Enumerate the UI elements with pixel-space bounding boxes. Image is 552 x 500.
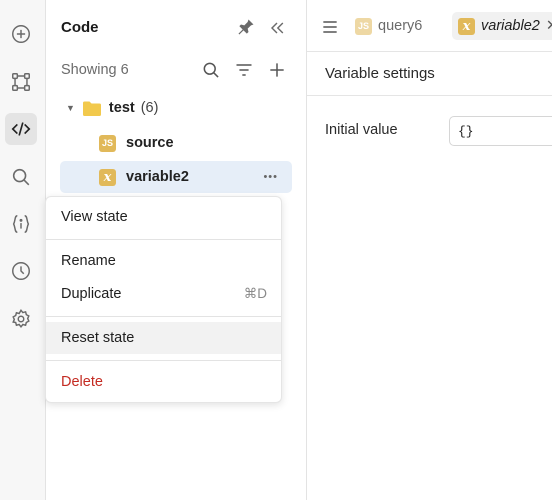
menu-divider [46,360,281,361]
menu-icon[interactable] [319,16,341,38]
menu-item-label: Duplicate [61,286,122,302]
variable-icon: x [99,168,116,186]
menu-divider [46,239,281,240]
caret-down-icon[interactable]: ▼ [66,103,75,113]
menu-item-delete[interactable]: Delete [46,366,281,398]
filter-icon[interactable] [233,59,255,81]
tree-item-source[interactable]: JS source [60,127,292,159]
item-label: variable2 [126,169,189,185]
folder-icon [82,101,101,116]
settings-header: Variable settings [307,52,552,96]
js-icon: JS [99,134,116,152]
menu-item-view-state[interactable]: View state [46,201,281,233]
menu-item-rename[interactable]: Rename [46,245,281,277]
panel-title: Code [61,19,99,36]
folder-count: (6) [140,100,159,116]
add-icon[interactable] [266,59,288,81]
workflow-icon[interactable] [5,66,37,98]
tab-variable2[interactable]: x variable2 ✕ [452,12,552,40]
code-icon[interactable] [5,113,37,145]
more-options-icon[interactable]: ••• [263,171,278,183]
settings-title: Variable settings [325,65,435,82]
search-icon[interactable] [5,161,37,193]
menu-item-reset-state[interactable]: Reset state [46,322,281,354]
initial-value-input[interactable]: {} [449,116,552,146]
collapse-icon[interactable] [266,17,288,39]
icon-rail [0,0,46,500]
menu-divider [46,316,281,317]
pin-icon[interactable] [235,16,257,38]
context-menu: View state Rename Duplicate ⌘D Reset sta… [45,196,282,403]
main-editor: JS query6 x variable2 ✕ Variable setting… [307,0,552,500]
js-icon: JS [355,17,372,35]
settings-icon[interactable] [5,303,37,335]
initial-value-label: Initial value [325,122,398,138]
tab-query6[interactable]: JS query6 [355,12,422,40]
menu-item-duplicate[interactable]: Duplicate ⌘D [46,278,281,310]
plus-circle-icon[interactable] [5,18,37,50]
variable-icon: x [458,17,475,35]
folder-name: test [108,100,135,116]
tab-label: variable2 [481,18,540,34]
item-label: source [126,135,174,151]
state-icon[interactable] [5,208,37,240]
folder-row-test[interactable]: ▼ test (6) [60,92,292,124]
tab-label: query6 [378,18,423,34]
showing-count: Showing 6 [61,62,129,78]
shortcut-hint: ⌘D [243,286,267,301]
close-icon[interactable]: ✕ [546,18,552,34]
history-icon[interactable] [5,255,37,287]
search-icon[interactable] [200,59,222,81]
tab-bar: JS query6 x variable2 ✕ [307,0,552,52]
tree-item-variable2[interactable]: x variable2 ••• [60,161,292,193]
